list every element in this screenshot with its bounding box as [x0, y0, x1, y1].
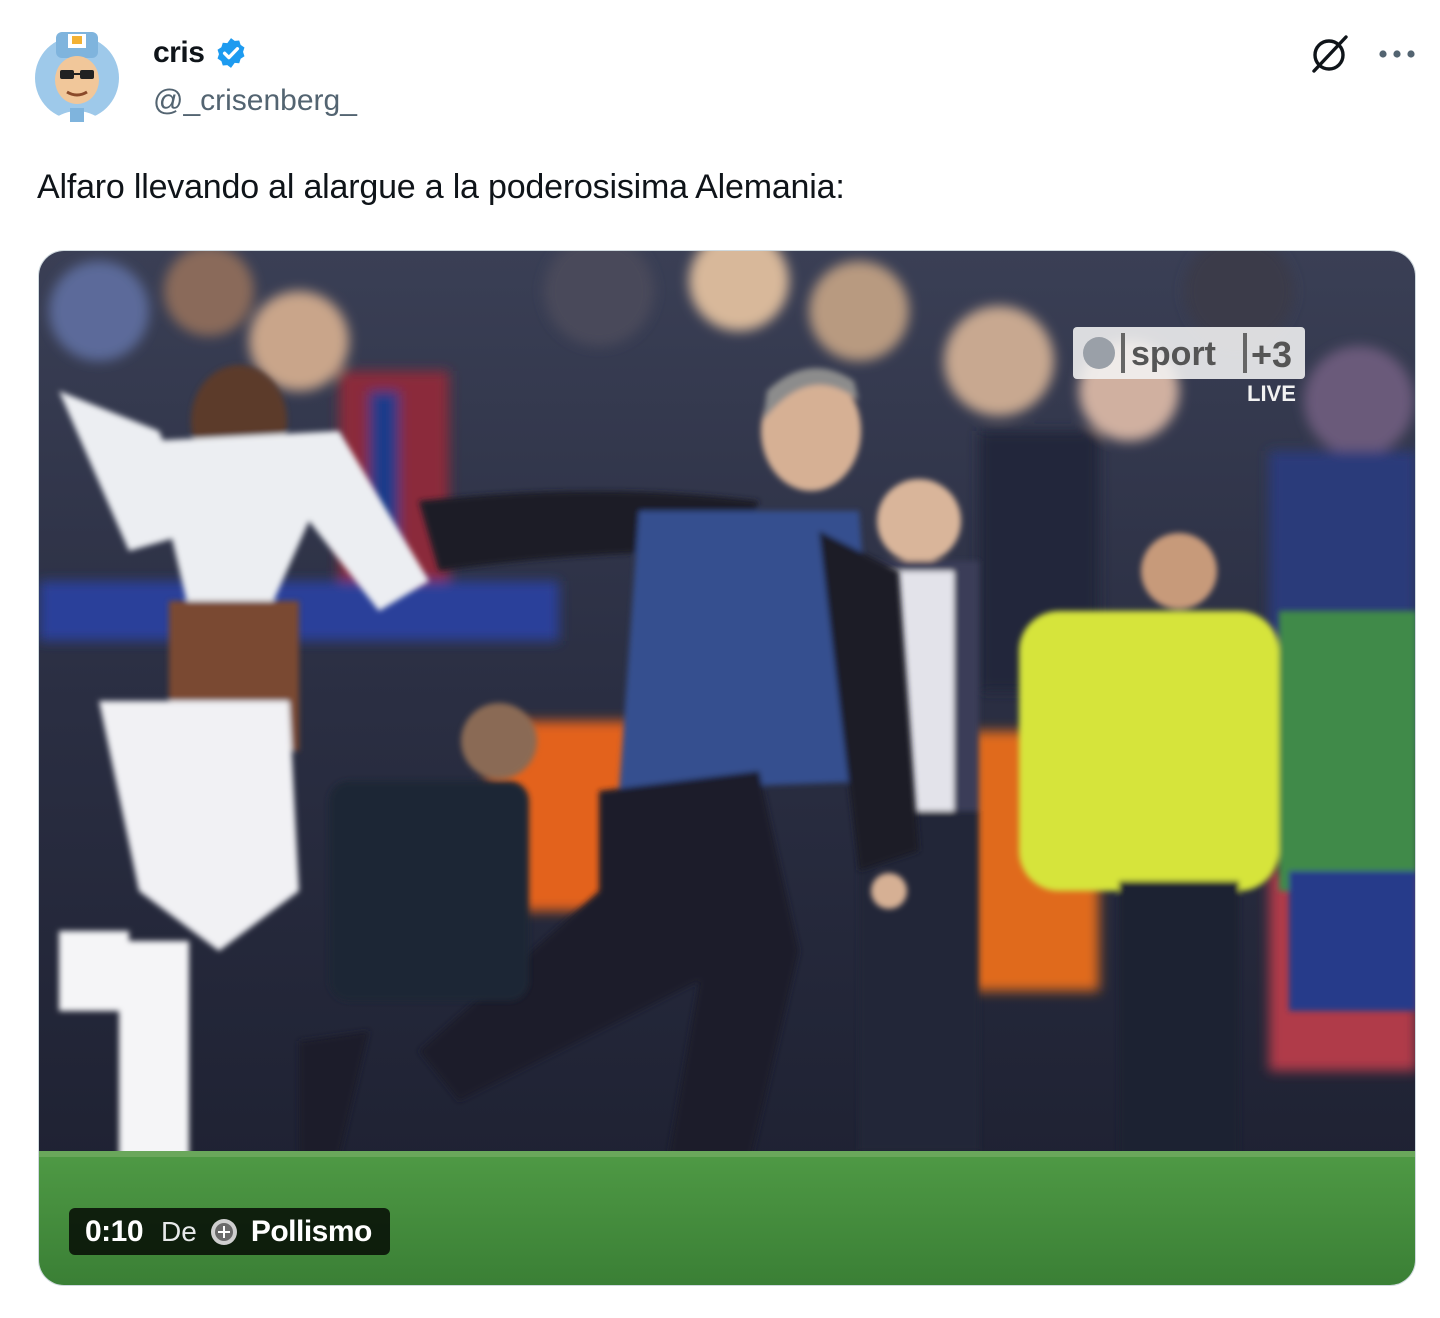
grok-button[interactable] — [1308, 32, 1352, 76]
cartoon-avatar-icon — [35, 32, 119, 122]
broadcast-watermark: sport +3 LIVE — [1073, 327, 1305, 407]
video-timestamp: 0:10 — [85, 1214, 144, 1248]
tweet-text: Alfaro llevando al alargue a la poderosi… — [37, 168, 845, 206]
tweet-card: cris @_crisenberg_ Alfaro llevando al al… — [0, 0, 1440, 1318]
video-from-label: De — [161, 1215, 197, 1247]
watermark-number: +3 — [1251, 334, 1292, 375]
author-name-row[interactable]: cris — [153, 36, 248, 70]
watermark-live: LIVE — [1247, 381, 1296, 406]
more-options-icon — [1379, 50, 1415, 58]
video-player[interactable]: sport +3 LIVE 0:10 De Pollismo — [38, 250, 1416, 1286]
video-source-chip[interactable]: 0:10 De Pollismo — [69, 1208, 390, 1255]
grok-icon — [1312, 35, 1348, 73]
more-options-button[interactable] — [1374, 34, 1420, 74]
avatar[interactable] — [34, 28, 120, 124]
author-display-name[interactable]: cris — [153, 36, 205, 70]
verified-badge-icon — [217, 38, 245, 68]
watermark-channel: sport — [1131, 335, 1216, 373]
video-source-name[interactable]: Pollismo — [251, 1215, 373, 1249]
sport-channel-logo-icon: sport +3 LIVE — [1073, 327, 1305, 406]
author-handle[interactable]: @_crisenberg_ — [153, 84, 357, 118]
source-avatar-icon — [210, 1218, 237, 1245]
